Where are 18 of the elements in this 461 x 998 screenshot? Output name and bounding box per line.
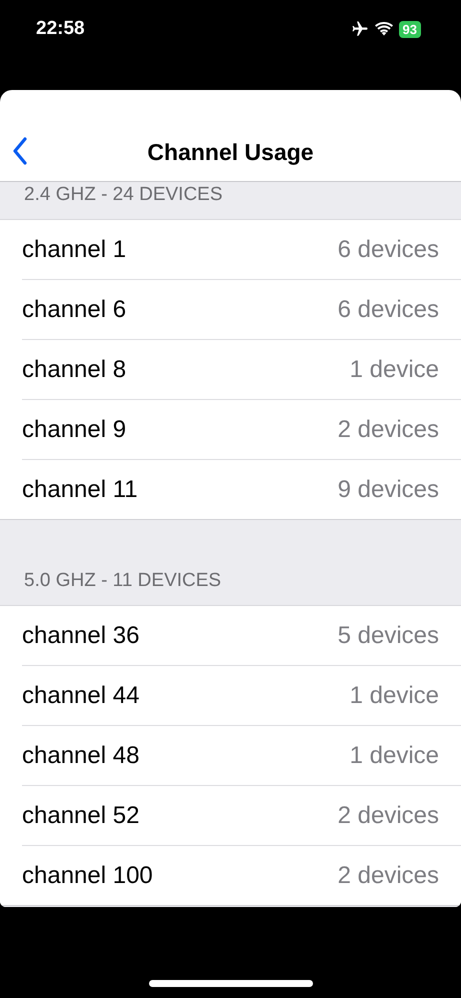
channel-row[interactable]: channel 100 2 devices bbox=[22, 846, 461, 905]
channel-row[interactable]: channel 44 1 device bbox=[22, 666, 461, 726]
channel-row[interactable]: channel 1 6 devices bbox=[22, 220, 461, 280]
back-button[interactable] bbox=[12, 137, 28, 165]
channel-row[interactable]: channel 11 9 devices bbox=[22, 460, 461, 519]
channel-row[interactable]: channel 52 2 devices bbox=[22, 786, 461, 846]
section-header: 2.4 GHZ - 24 DEVICES bbox=[24, 184, 223, 206]
channel-row[interactable]: channel 8 1 device bbox=[22, 340, 461, 400]
section-header: 5.0 GHZ - 11 DEVICES bbox=[24, 570, 222, 592]
channel-row[interactable]: channel 48 1 device bbox=[22, 726, 461, 786]
nav-title: Channel Usage bbox=[147, 139, 314, 166]
status-time: 22:58 bbox=[36, 18, 85, 40]
airplane-icon bbox=[350, 20, 369, 38]
channel-row[interactable]: channel 9 2 devices bbox=[22, 400, 461, 460]
battery-indicator: 93 bbox=[398, 20, 421, 38]
channel-row[interactable]: channel 36 5 devices bbox=[22, 606, 461, 666]
wifi-icon bbox=[374, 22, 393, 36]
channel-row[interactable]: channel 6 6 devices bbox=[22, 280, 461, 340]
